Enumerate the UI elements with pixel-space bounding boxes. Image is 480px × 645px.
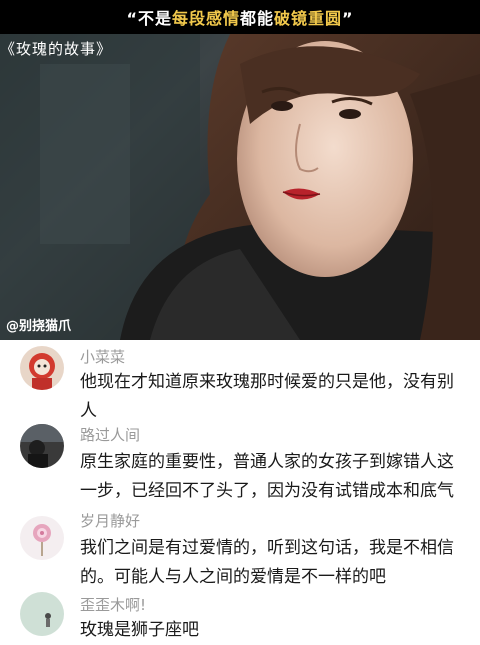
comment-text: 他现在才知道原来玫瑰那时候爱的只是他，没有别人 [80, 372, 454, 421]
title-banner: “不是每段感情都能破镜重圆” [0, 0, 480, 34]
comment-text: 原生家庭的重要性，普通人家的女孩子到嫁错人这一步，已经回不了头了，因为没有试错成… [80, 452, 454, 501]
avatar[interactable] [20, 516, 64, 560]
comment-username[interactable]: 小菜菜 [80, 346, 125, 367]
video-still-image [0, 34, 480, 340]
person-avatar-icon [20, 592, 64, 636]
comment-text: 我们之间是有过爱情的，听到这句话，我是不相信的。可能人与人之间的爱情是不一样的吧 [80, 538, 454, 587]
avatar[interactable] [20, 424, 64, 468]
lollipop-avatar-icon [20, 516, 64, 560]
avatar[interactable] [20, 346, 64, 390]
comment-text: 玫瑰是狮子座吧 [80, 620, 199, 640]
video-frame[interactable]: 《玫瑰的故事》 @别挠猫爪 [0, 34, 480, 340]
comment-username[interactable]: 歪歪木啊! [80, 594, 146, 615]
avatar[interactable] [20, 592, 64, 636]
banner-caption: “不是每段感情都能破镜重圆” [126, 9, 354, 28]
doll-avatar-icon [20, 346, 64, 390]
comment-username[interactable]: 岁月静好 [80, 510, 140, 531]
dark-photo-avatar-icon [20, 424, 64, 468]
comment-username[interactable]: 路过人间 [80, 424, 140, 445]
video-title: 《玫瑰的故事》 [0, 40, 113, 58]
watermark: @别挠猫爪 [6, 319, 72, 334]
comment-list: 小菜菜 他现在才知道原来玫瑰那时候爱的只是他，没有别人 路过人间 原生家庭的重要… [0, 340, 480, 640]
